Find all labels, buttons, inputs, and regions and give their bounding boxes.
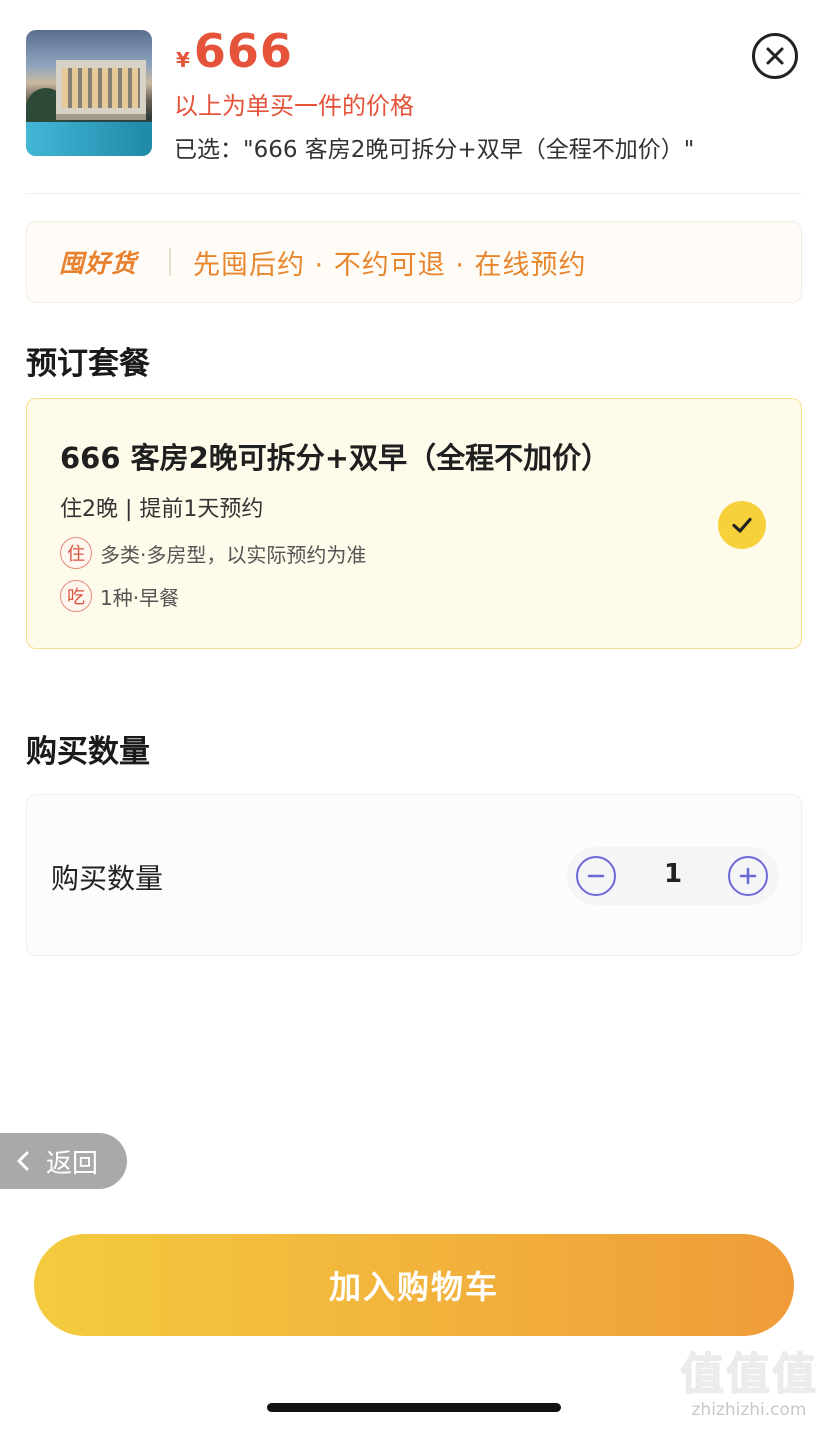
price-value: 666 — [193, 24, 293, 78]
increase-button[interactable] — [728, 856, 768, 896]
quantity-label: 购买数量 — [51, 862, 164, 895]
home-indicator — [267, 1403, 561, 1412]
watermark: 值值值 zhizhizhi.com — [676, 1348, 822, 1420]
close-icon — [766, 47, 784, 65]
food-text: 1种·早餐 — [100, 585, 180, 610]
stay-text: 多类·多房型，以实际预约为准 — [100, 542, 367, 567]
back-button[interactable]: 返回 — [0, 1133, 127, 1189]
plus-circle-icon — [739, 867, 757, 885]
quantity-value[interactable]: 1 — [647, 859, 699, 889]
promo-separator — [169, 248, 172, 276]
chevron-left-icon — [17, 1151, 29, 1171]
watermark-glyphs: 值值值 — [680, 1349, 818, 1400]
check-icon — [732, 517, 752, 533]
selected-option-text: 已选："666 客房2晚可拆分+双早（全程不加价）" — [174, 137, 695, 163]
package-line-stay: 住 多类·多房型，以实际预约为准 — [60, 537, 366, 569]
package-subtitle: 住2晚 | 提前1天预约 — [60, 497, 264, 522]
package-line-food: 吃 1种·早餐 — [60, 580, 179, 612]
package-title: 666 客房2晚可拆分+双早（全程不加价） — [60, 441, 611, 475]
back-label: 返回 — [46, 1148, 99, 1179]
package-section-title: 预订套餐 — [26, 346, 150, 382]
quantity-card: 购买数量 1 — [26, 794, 802, 956]
promo-logo: 囤好货 — [59, 249, 138, 278]
price: ¥ 666 — [176, 24, 293, 78]
minus-circle-icon — [587, 874, 605, 878]
decrease-button[interactable] — [576, 856, 616, 896]
currency-symbol: ¥ — [176, 48, 190, 72]
food-tag: 吃 — [60, 580, 92, 612]
close-button[interactable] — [752, 33, 798, 79]
quantity-section-title: 购买数量 — [26, 734, 150, 770]
package-selected-check[interactable] — [718, 501, 766, 549]
watermark-site: zhizhizhi.com — [691, 1400, 807, 1420]
promo-banner: 囤好货 先囤后约 · 不约可退 · 在线预约 — [26, 221, 802, 303]
package-option-card[interactable]: 666 客房2晚可拆分+双早（全程不加价） 住2晚 | 提前1天预约 住 多类·… — [26, 398, 802, 649]
stay-tag: 住 — [60, 537, 92, 569]
header-divider — [26, 193, 802, 194]
promo-text: 先囤后约 · 不约可退 · 在线预约 — [193, 249, 587, 281]
quantity-stepper: 1 — [567, 847, 779, 905]
price-note: 以上为单买一件的价格 — [174, 92, 414, 120]
add-to-cart-button[interactable]: 加入购物车 — [34, 1234, 794, 1336]
product-thumbnail — [26, 30, 152, 156]
